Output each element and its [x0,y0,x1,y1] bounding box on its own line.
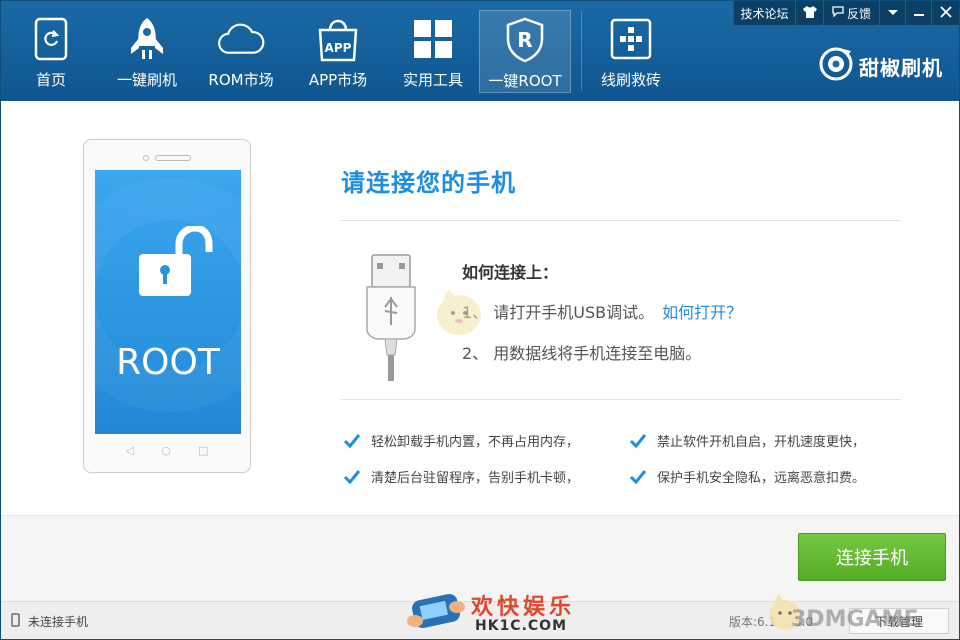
feature-text: 保护手机安全隐私，远离恶意扣费。 [657,471,866,486]
feedback-button[interactable]: 反馈 [823,1,879,25]
feature-item: 清楚后台驻留程序，告别手机卡顿， [343,467,579,486]
root-label: ROOT [116,342,220,383]
back-key-icon: ◁ [125,444,135,457]
nav-label: 实用工具 [402,71,463,89]
divider [341,220,901,221]
brick-icon [607,15,655,63]
home-key-icon: ○ [161,444,171,457]
nav-item-app-market[interactable]: APP APP市场 [289,1,387,101]
camera-icon [143,155,149,161]
app-icon-text: APP [325,41,352,55]
how-to-enable-link[interactable]: 如何打开？ [662,303,742,322]
nav-label: 首页 [35,71,66,89]
feature-text: 轻松卸载手机内置，不再占用内存， [371,435,580,450]
divider [341,399,901,400]
nav-label: 一键ROOT [488,72,562,90]
brand-logo-icon [819,47,853,85]
watermark-site-cn: 欢快娱乐 [471,595,576,620]
phone-earpiece [84,148,250,168]
nav-label: 一键刷机 [116,71,177,89]
step-1-text: 1、 请打开手机USB调试。 [462,303,655,322]
chevron-down-icon [887,6,899,20]
speaker-icon [155,155,191,161]
page-title: 请连接您的手机 [341,169,516,197]
skin-button[interactable] [795,1,823,25]
feedback-label: 反馈 [846,6,871,21]
phone-icon [11,613,20,630]
app-window: 首页 一键刷机 ROM市场 APP APP市场 实用工具 R 一键ROOT 线刷… [0,0,960,640]
recent-key-icon: □ [198,444,209,457]
step-2: 2、 用数据线将手机连接至电脑。 [462,344,702,363]
forum-link[interactable]: 技术论坛 [733,1,795,25]
minimize-button[interactable] [905,1,931,25]
nav-divider [581,11,582,91]
watermark-3dm: 3DMGAME [791,607,919,632]
minimize-icon [913,6,925,20]
grid-icon [409,15,457,63]
connection-status-text: 未连接手机 [28,615,89,629]
phone-illustration: ROOT ◁ ○ □ [83,139,251,473]
cloud-icon [217,15,265,63]
feature-item: 轻松卸载手机内置，不再占用内存， [343,431,579,450]
nav-item-flash[interactable]: 一键刷机 [101,1,193,101]
usb-cable-icon [363,251,423,387]
refresh-phone-icon [27,15,75,63]
check-icon [629,468,647,486]
app-bag-icon: APP [314,15,362,63]
header-bar: 首页 一键刷机 ROM市场 APP APP市场 实用工具 R 一键ROOT 线刷… [1,1,959,101]
connect-phone-button[interactable]: 连接手机 [798,533,946,581]
main-nav: 首页 一键刷机 ROM市场 APP APP市场 实用工具 R 一键ROOT 线刷… [1,1,681,101]
watermark-gamepad-icon [405,585,467,640]
check-icon [629,432,647,450]
unlock-icon [135,224,215,306]
brand-name: 甜椒刷机 [859,55,943,80]
watermark-mascot-icon [431,283,487,343]
nav-label: APP市场 [308,71,368,89]
brand-logo: 甜椒刷机 [819,47,943,85]
how-to-connect-title: 如何连接上： [462,263,559,282]
nav-label: ROM市场 [208,71,274,89]
window-topbar: 技术论坛 反馈 [733,1,959,25]
tshirt-icon [802,5,817,21]
phone-keys: ◁ ○ □ [84,444,250,457]
nav-item-one-key-root[interactable]: R 一键ROOT [479,10,571,93]
nav-item-home[interactable]: 首页 [1,1,101,101]
phone-screen: ROOT [95,170,241,434]
check-icon [343,432,361,450]
chat-bubble-icon [832,6,844,20]
step-1: 1、 请打开手机USB调试。 如何打开？ [462,299,742,323]
watermark-site-url: HK1C.COM [475,618,568,634]
nav-item-tools[interactable]: 实用工具 [387,1,479,101]
feature-text: 禁止软件开机自启，开机速度更快， [657,435,866,450]
nav-label: 线刷救砖 [600,71,661,89]
root-icon-text: R [517,28,532,52]
menu-button[interactable] [879,1,905,25]
nav-item-rom-market[interactable]: ROM市场 [193,1,289,101]
feature-item: 禁止软件开机自启，开机速度更快， [629,431,865,450]
rocket-icon [123,15,171,63]
nav-item-rescue[interactable]: 线刷救砖 [581,1,681,101]
feature-text: 清楚后台驻留程序，告别手机卡顿， [371,471,580,486]
close-icon [939,5,952,21]
feature-item: 保护手机安全隐私，远离恶意扣费。 [629,467,865,486]
close-button[interactable] [931,1,959,25]
connection-status: 未连接手机 [11,613,88,630]
check-icon [343,468,361,486]
shield-r-icon: R [501,16,549,64]
